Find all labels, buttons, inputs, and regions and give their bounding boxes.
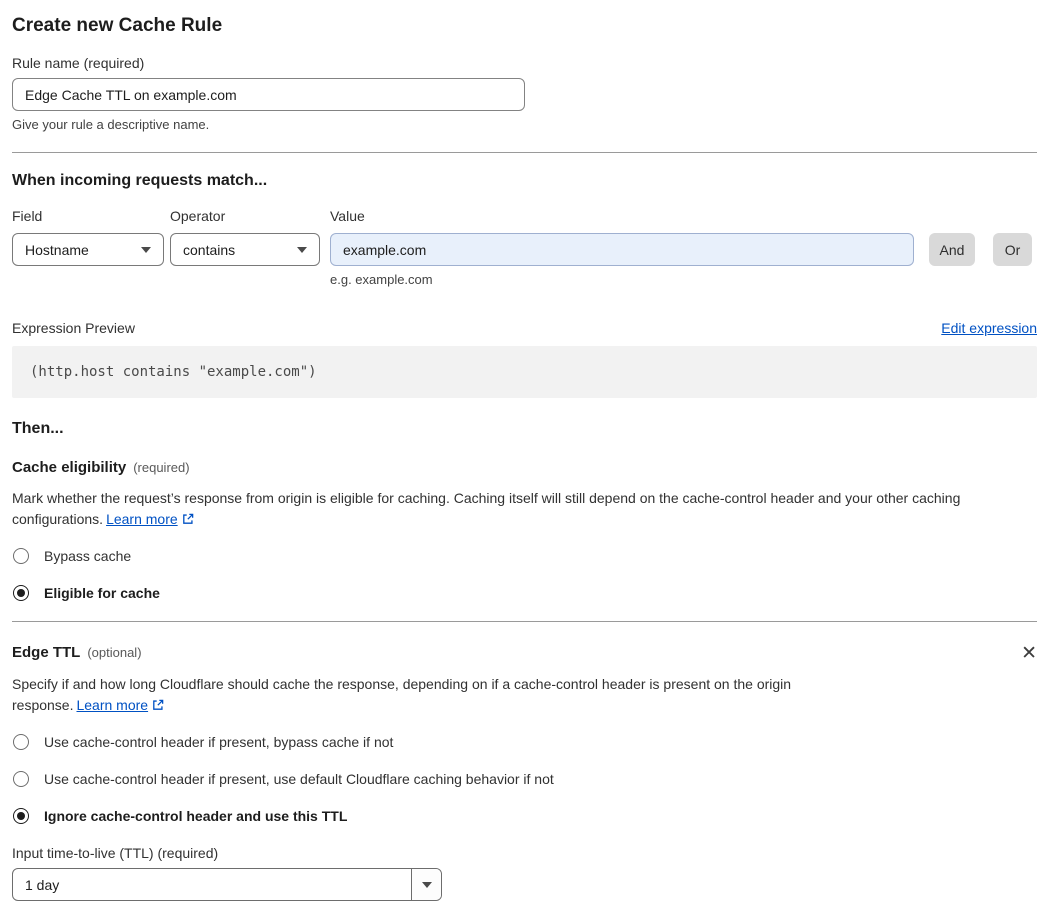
operator-select-value: contains [183,241,236,258]
value-helper: e.g. example.com [330,272,433,287]
ttl-select-value[interactable]: 1 day [13,869,411,900]
ttl-dropdown-button[interactable] [411,869,441,900]
or-button[interactable]: Or [993,233,1032,266]
cache-eligibility-heading-row: Cache eligibility (required) [12,459,1037,477]
and-button[interactable]: And [929,233,975,266]
value-input[interactable] [330,233,914,266]
expression-preview-row: Expression Preview Edit expression [12,319,1037,337]
then-heading: Then... [12,420,64,437]
radio-option-bypass-cache[interactable]: Bypass cache [12,547,1037,565]
radio-option-ignore-header-use-ttl[interactable]: Ignore cache-control header and use this… [12,807,1037,825]
cache-rule-form: Create new Cache Rule Rule name (require… [12,14,1037,912]
operator-label: Operator [170,208,226,224]
expression-code: (http.host contains "example.com") [30,364,317,380]
chevron-down-icon [421,881,432,888]
learn-more-link[interactable]: Learn more [106,511,195,527]
radio-option-eligible-for-cache[interactable]: Eligible for cache [12,584,1037,602]
field-select-value: Hostname [25,241,89,258]
cache-eligibility-heading: Cache eligibility [12,459,127,476]
radio-option-use-header-bypass[interactable]: Use cache-control header if present, byp… [12,733,1037,751]
radio-icon [13,734,29,750]
external-link-icon [153,699,164,710]
radio-icon [13,771,29,787]
radio-icon [13,808,29,824]
ttl-select[interactable]: 1 day [12,868,442,901]
radio-icon [13,548,29,564]
match-labels-row: Field Operator Value [12,208,1037,225]
chevron-down-icon [141,246,151,253]
value-label: Value [330,208,365,224]
ttl-input-label: Input time-to-live (TTL) (required) [12,845,219,861]
chevron-down-icon [297,246,307,253]
rule-name-label: Rule name (required) [12,55,145,71]
expression-code-box: (http.host contains "example.com") [12,346,1037,398]
learn-more-link[interactable]: Learn more [76,697,165,713]
radio-option-use-header-default[interactable]: Use cache-control header if present, use… [12,770,1037,788]
optional-badge: (optional) [87,645,142,660]
operator-select[interactable]: contains [170,233,320,266]
match-controls-row: Hostname contains And Or [12,233,1037,266]
field-select[interactable]: Hostname [12,233,164,266]
expression-preview-label: Expression Preview [12,320,135,336]
required-badge: (required) [133,460,190,475]
close-icon[interactable]: ✕ [1021,644,1037,663]
radio-icon [13,585,29,601]
rule-name-input[interactable] [12,78,525,111]
page-title: Create new Cache Rule [12,15,223,36]
match-heading: When incoming requests match... [12,172,268,189]
edge-ttl-header: Edge TTL (optional) ✕ [12,644,1037,663]
edge-ttl-description: Specify if and how long Cloudflare shoul… [12,676,792,713]
divider [12,152,1037,153]
external-link-icon [182,513,193,524]
edge-ttl-heading: Edge TTL [12,644,81,661]
field-label: Field [12,208,43,224]
divider [12,621,1037,622]
rule-name-helper: Give your rule a descriptive name. [12,117,210,132]
cache-eligibility-description: Mark whether the request’s response from… [12,490,961,527]
edit-expression-link[interactable]: Edit expression [941,320,1037,336]
bottom-padding [12,901,1037,912]
